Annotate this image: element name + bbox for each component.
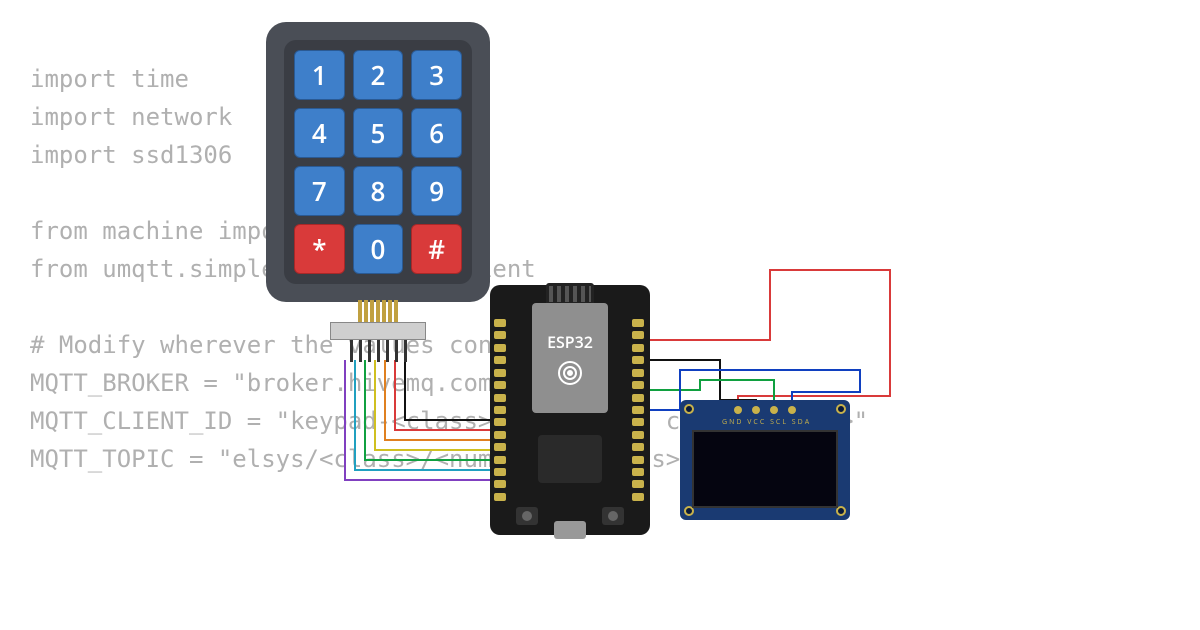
mount-hole-icon	[684, 404, 694, 414]
oled-pin-labels: GND VCC SCL SDA	[722, 418, 811, 427]
espressif-logo-icon	[558, 361, 582, 385]
key-0[interactable]: 0	[353, 224, 404, 274]
key-2[interactable]: 2	[353, 50, 404, 100]
oled-screen	[692, 430, 838, 508]
key-1[interactable]: 1	[294, 50, 345, 100]
antenna-icon	[546, 283, 594, 305]
pin-header-left	[494, 315, 508, 505]
oled-pin-header	[734, 406, 796, 414]
oled-display: GND VCC SCL SDA	[680, 400, 850, 520]
key-5[interactable]: 5	[353, 108, 404, 158]
keypad-grid: 1 2 3 4 5 6 7 8 9 * 0 #	[284, 40, 472, 284]
esp32-module: ESP32	[532, 303, 608, 413]
pin-header-right	[632, 315, 646, 505]
esp32-devkit: ESP32	[490, 285, 650, 535]
key-4[interactable]: 4	[294, 108, 345, 158]
micro-usb-port	[554, 521, 586, 539]
boot-button[interactable]	[516, 507, 538, 525]
board-label: ESP32	[547, 331, 593, 353]
key-7[interactable]: 7	[294, 166, 345, 216]
enable-button[interactable]	[602, 507, 624, 525]
chip-icon	[538, 435, 602, 483]
key-3[interactable]: 3	[411, 50, 462, 100]
key-6[interactable]: 6	[411, 108, 462, 158]
key-hash[interactable]: #	[411, 224, 462, 274]
key-8[interactable]: 8	[353, 166, 404, 216]
membrane-keypad: 1 2 3 4 5 6 7 8 9 * 0 #	[266, 22, 490, 302]
key-star[interactable]: *	[294, 224, 345, 274]
keypad-connector	[330, 300, 426, 362]
mount-hole-icon	[836, 404, 846, 414]
key-9[interactable]: 9	[411, 166, 462, 216]
